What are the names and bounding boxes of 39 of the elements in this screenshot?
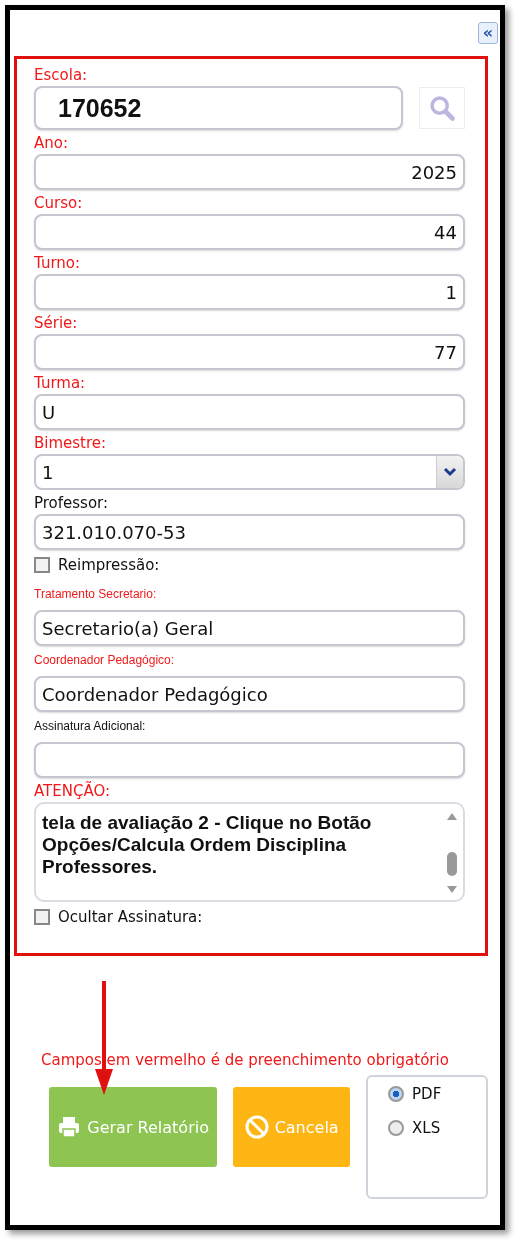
text-input[interactable]: Secretario(a) Geral: [34, 610, 465, 646]
search-button[interactable]: [419, 87, 465, 129]
field-label: Ano:: [34, 133, 68, 154]
dropdown[interactable]: 1: [34, 454, 465, 490]
checkbox-label[interactable]: Ocultar Assinatura:: [34, 902, 203, 932]
text-input[interactable]: 2025: [34, 154, 465, 190]
format-option[interactable]: PDF: [388, 1085, 442, 1103]
radio-button[interactable]: [388, 1086, 405, 1102]
collapse-button[interactable]: «: [478, 22, 498, 44]
text-input[interactable]: 77: [34, 334, 465, 370]
required-note: Campos em vermelho é de preenchimento obrigatório: [41, 1051, 449, 1069]
field-label: Série:: [34, 313, 78, 334]
text-input[interactable]: U: [34, 394, 465, 430]
printer-icon: [57, 1115, 82, 1139]
prohibited-icon: [244, 1115, 269, 1139]
text-input[interactable]: 44: [34, 214, 465, 250]
field-label: Tratamento Secretario:: [34, 586, 157, 603]
field-label: Escola:: [34, 65, 88, 86]
radio-button[interactable]: [388, 1120, 405, 1136]
text-input[interactable]: 321.010.070-53: [34, 514, 465, 550]
field-label: Turma:: [34, 373, 86, 394]
text-input[interactable]: Coordenador Pedagógico: [34, 676, 465, 712]
field-label: ATENÇÃO:: [34, 780, 111, 802]
field-label: Assinatura Adicional:: [34, 718, 146, 735]
text-input[interactable]: 1: [34, 274, 465, 310]
chevron-down-icon: [436, 456, 463, 488]
text-input[interactable]: [34, 742, 465, 778]
message-textarea[interactable]: tela de avaliação 2 - Clique no Botão Opções/Calcula Ordem Disciplina Professores.: [34, 802, 465, 902]
field-label: Professor:: [34, 493, 109, 514]
field-label: Curso:: [34, 193, 83, 214]
checkbox[interactable]: [34, 909, 50, 925]
checkbox[interactable]: [34, 557, 50, 573]
field-label: Turno:: [34, 253, 81, 274]
field-label: Coordenador Pedagógico:: [34, 652, 175, 669]
search-icon: [428, 94, 456, 122]
field-label: Bimestre:: [34, 433, 107, 454]
school-input[interactable]: 170652: [34, 86, 403, 130]
checkbox-label[interactable]: Reimpressão:: [34, 550, 160, 580]
format-option[interactable]: XLS: [388, 1119, 441, 1137]
